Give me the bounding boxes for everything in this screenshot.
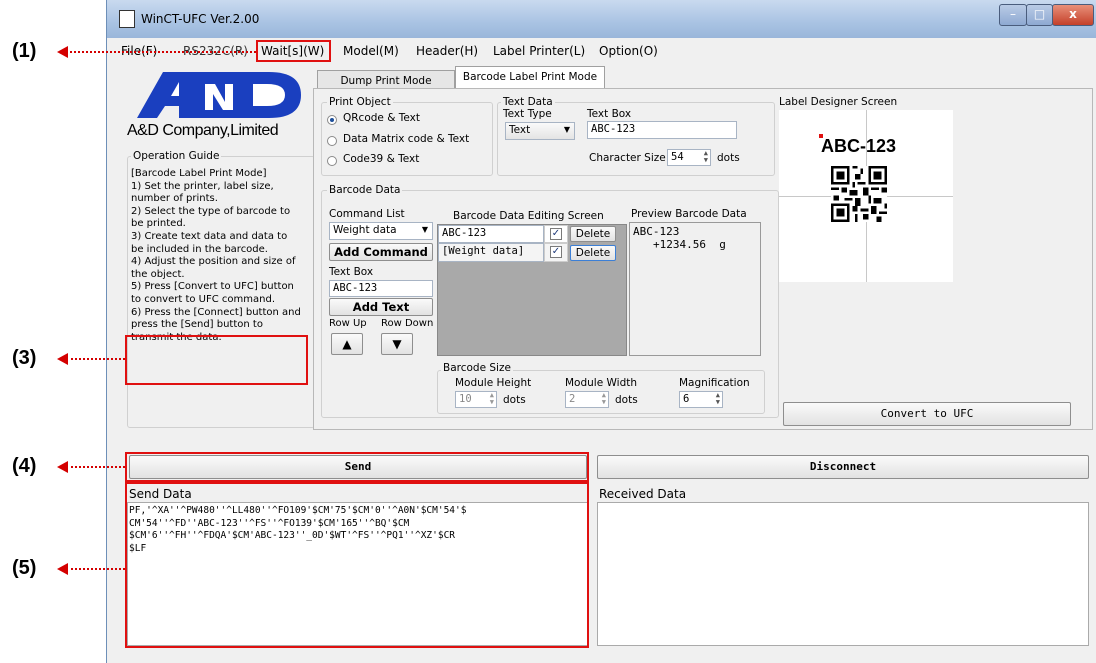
editing-screen-grid: ABC-123 ✓ Delete [Weight data] ✓ Delete bbox=[437, 224, 627, 356]
module-height-label: Module Height bbox=[455, 377, 532, 389]
text-box-input[interactable]: ABC-123 bbox=[587, 121, 737, 139]
spin-arrows-icon[interactable]: ▲ ▼ bbox=[704, 150, 708, 164]
close-button[interactable]: x bbox=[1052, 4, 1094, 26]
preview-barcode-label: Preview Barcode Data bbox=[631, 208, 747, 220]
text-data-title: Text Data bbox=[501, 96, 555, 108]
text-type-select[interactable]: Text ▼ bbox=[505, 122, 575, 140]
menu-label-printer[interactable]: Label Printer(L) bbox=[493, 44, 585, 58]
menu-option[interactable]: Option(O) bbox=[599, 44, 658, 58]
arrow-1-line bbox=[66, 51, 256, 53]
magnification-label: Magnification bbox=[679, 377, 750, 389]
module-width-label: Module Width bbox=[565, 377, 638, 389]
delete-row-2-button[interactable]: Delete bbox=[570, 245, 616, 261]
preview-line-2: +1234.56 g bbox=[653, 238, 726, 251]
text-type-label: Text Type bbox=[503, 108, 552, 120]
editing-screen-label: Barcode Data Editing Screen bbox=[453, 210, 604, 222]
add-text-button[interactable]: Add Text bbox=[329, 298, 433, 316]
row-down-label: Row Down bbox=[381, 318, 434, 329]
disconnect-button[interactable]: Disconnect bbox=[597, 455, 1089, 479]
character-size-unit: dots bbox=[717, 152, 740, 164]
row-down-button[interactable]: ▼ bbox=[381, 333, 413, 355]
spin-arrows-icon[interactable]: ▲ ▼ bbox=[716, 392, 720, 406]
text-box-label: Text Box bbox=[587, 108, 632, 120]
barcode-data-title: Barcode Data bbox=[327, 184, 403, 196]
radio-datamatrix-label: Data Matrix code & Text bbox=[343, 133, 470, 145]
chevron-down-icon: ▼ bbox=[563, 125, 570, 134]
spin-arrows-icon[interactable]: ▲ ▼ bbox=[602, 392, 606, 406]
module-width-stepper[interactable]: 2 ▲ ▼ bbox=[565, 391, 609, 408]
menu-model[interactable]: Model(M) bbox=[343, 44, 399, 58]
highlight-wait-menu bbox=[256, 40, 331, 62]
editing-row-2-value[interactable]: [Weight data] bbox=[438, 243, 544, 262]
operation-guide-title: Operation Guide bbox=[131, 150, 222, 162]
label-designer-canvas[interactable]: ABC-123 bbox=[779, 110, 953, 282]
menu-header[interactable]: Header(H) bbox=[416, 44, 478, 58]
qrcode-image[interactable] bbox=[831, 166, 887, 222]
delete-row-1-button[interactable]: Delete bbox=[570, 226, 616, 242]
chevron-down-icon: ▼ bbox=[421, 225, 428, 234]
radio-datamatrix-text[interactable] bbox=[327, 136, 337, 146]
received-data-textarea[interactable] bbox=[597, 502, 1089, 646]
highlight-send-data bbox=[125, 482, 589, 648]
row-up-label: Row Up bbox=[329, 318, 367, 329]
editing-row-2-checkbox[interactable]: ✓ bbox=[550, 246, 562, 258]
barcode-text-box-input[interactable]: ABC-123 bbox=[329, 280, 433, 297]
magnification-stepper[interactable]: 6 ▲ ▼ bbox=[679, 391, 723, 408]
callout-1: (1) bbox=[12, 40, 37, 62]
title-bar: WinCT-UFC Ver.2.00 – □ x bbox=[107, 0, 1096, 38]
highlight-send-button bbox=[125, 452, 589, 482]
ad-logo bbox=[129, 70, 305, 120]
maximize-button[interactable]: □ bbox=[1026, 4, 1053, 26]
command-list-select[interactable]: Weight data ▼ bbox=[329, 222, 433, 240]
module-width-unit: dots bbox=[615, 394, 638, 406]
minimize-button[interactable]: – bbox=[999, 4, 1027, 26]
highlight-guide-step6 bbox=[125, 335, 308, 385]
radio-qrcode-label: QRcode & Text bbox=[343, 112, 420, 124]
callout-3: (3) bbox=[12, 347, 37, 369]
label-text-object[interactable]: ABC-123 bbox=[821, 136, 896, 157]
preview-barcode-box: ABC-123 +1234.56 g bbox=[629, 222, 761, 356]
operation-guide-text: [Barcode Label Print Mode] 1) Set the pri… bbox=[131, 168, 301, 343]
arrow-4-line bbox=[66, 466, 125, 468]
command-list-label: Command List bbox=[329, 208, 405, 220]
company-name: A&D Company,Limited bbox=[127, 122, 279, 139]
arrow-5-line bbox=[66, 568, 125, 570]
character-size-stepper[interactable]: 54 ▲ ▼ bbox=[667, 149, 711, 166]
preview-line-1: ABC-123 bbox=[633, 225, 680, 238]
module-height-unit: dots bbox=[503, 394, 526, 406]
arrow-3-line bbox=[66, 358, 125, 360]
label-designer-title: Label Designer Screen bbox=[779, 96, 898, 108]
spin-arrows-icon[interactable]: ▲ ▼ bbox=[490, 392, 494, 406]
editing-row-1-value[interactable]: ABC-123 bbox=[438, 225, 544, 243]
app-icon bbox=[119, 10, 135, 28]
callout-5: (5) bbox=[12, 557, 37, 579]
add-command-button[interactable]: Add Command bbox=[329, 243, 433, 261]
convert-to-ufc-button[interactable]: Convert to UFC bbox=[783, 402, 1071, 426]
tab-barcode-label-print-mode[interactable]: Barcode Label Print Mode bbox=[455, 66, 605, 89]
radio-qrcode-text[interactable] bbox=[327, 115, 337, 125]
tab-dump-print-mode[interactable]: Dump Print Mode bbox=[317, 70, 455, 88]
barcode-text-box-label: Text Box bbox=[329, 266, 374, 278]
module-height-stepper[interactable]: 10 ▲ ▼ bbox=[455, 391, 497, 408]
print-object-title: Print Object bbox=[327, 96, 393, 108]
radio-code39-label: Code39 & Text bbox=[343, 153, 420, 165]
callout-4: (4) bbox=[12, 455, 37, 477]
received-data-label: Received Data bbox=[599, 487, 687, 501]
window-title: WinCT-UFC Ver.2.00 bbox=[141, 12, 260, 26]
row-up-button[interactable]: ▲ bbox=[331, 333, 363, 355]
barcode-size-title: Barcode Size bbox=[441, 362, 513, 374]
editing-row-1-checkbox[interactable]: ✓ bbox=[550, 228, 562, 240]
character-size-label: Character Size bbox=[589, 152, 666, 164]
radio-code39-text[interactable] bbox=[327, 156, 337, 166]
